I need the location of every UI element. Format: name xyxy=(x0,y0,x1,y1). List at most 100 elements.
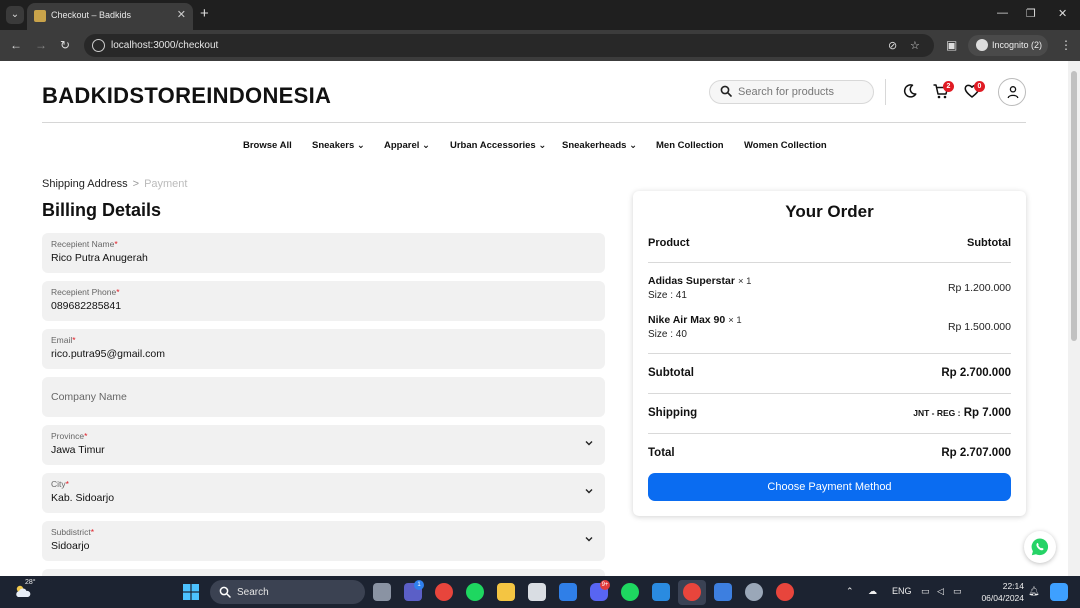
tab-close-icon[interactable]: ✕ xyxy=(177,8,186,21)
chevron-down-icon[interactable] xyxy=(584,534,594,544)
page-scrollbar[interactable] xyxy=(1068,61,1080,576)
subdistrict-value[interactable]: Sidoarjo xyxy=(51,540,90,552)
whatsapp-icon xyxy=(1031,538,1049,556)
spotify-alt-icon[interactable] xyxy=(621,583,639,601)
nav-label: Urban Accessories xyxy=(450,140,536,151)
window-close-icon[interactable]: ✕ xyxy=(1058,7,1067,20)
onedrive-cloud-icon[interactable]: ☁ xyxy=(868,586,877,597)
chrome-profile-icon[interactable] xyxy=(776,583,794,601)
language-indicator[interactable]: ENG xyxy=(892,586,912,596)
microsoft-store-icon[interactable] xyxy=(528,583,546,601)
eye-off-icon[interactable]: ⊘ xyxy=(888,39,897,52)
order-item-name: Adidas Superstar × 1 xyxy=(648,275,752,287)
file-explorer-icon[interactable] xyxy=(497,583,515,601)
bookmark-star-icon[interactable]: ☆ xyxy=(910,39,920,52)
order-item-name: Nike Air Max 90 × 1 xyxy=(648,314,742,326)
browser-toolbar: ← → ↻ localhost:3000/checkout ⊘ ☆ ▣ Inco… xyxy=(0,30,1080,61)
notepad-icon[interactable] xyxy=(714,583,732,601)
nav-women-collection[interactable]: Women Collection xyxy=(744,140,827,151)
recipient-phone-field[interactable]: Recepient Phone* 089682285841 xyxy=(42,281,605,321)
field-label: Email* xyxy=(51,335,76,345)
battery-icon[interactable]: ▭ xyxy=(953,586,962,597)
chevron-down-icon[interactable] xyxy=(584,438,594,448)
nav-men-collection[interactable]: Men Collection xyxy=(656,140,724,151)
forward-icon[interactable]: → xyxy=(35,38,47,52)
divider xyxy=(648,433,1011,434)
subtotal-value: Rp 2.700.000 xyxy=(941,367,1011,379)
teams-badge: 1 xyxy=(414,580,424,590)
field-label: Recepient Name* xyxy=(51,239,118,249)
search-input[interactable] xyxy=(738,84,868,100)
city-select[interactable]: City* Kab. Sidoarjo xyxy=(42,473,605,513)
city-value[interactable]: Kab. Sidoarjo xyxy=(51,492,114,504)
breadcrumb: Shipping Address > Payment xyxy=(42,178,187,190)
account-button[interactable] xyxy=(998,78,1026,106)
network-icon[interactable]: ▭ xyxy=(921,586,930,597)
nav-sneakers[interactable]: Sneakers ⌄ xyxy=(312,140,365,151)
next-field-partial[interactable] xyxy=(42,569,605,576)
chrome-incognito-icon[interactable] xyxy=(683,583,701,601)
nav-urban-accessories[interactable]: Urban Accessories ⌄ xyxy=(450,140,546,151)
nav-apparel[interactable]: Apparel ⌄ xyxy=(384,140,430,151)
address-bar[interactable]: localhost:3000/checkout ⊘ ☆ xyxy=(84,34,934,57)
postgres-icon[interactable] xyxy=(745,583,763,601)
search-icon xyxy=(219,586,231,598)
product-search[interactable] xyxy=(709,80,874,104)
order-item-price: Rp 1.200.000 xyxy=(947,282,1011,294)
product-column-header: Product xyxy=(648,237,690,249)
subdistrict-select[interactable]: Subdistrict* Sidoarjo xyxy=(42,521,605,561)
email-field[interactable]: Email* rico.putra95@gmail.com xyxy=(42,329,605,369)
new-tab-icon[interactable]: + xyxy=(200,5,209,22)
recipient-name-value[interactable]: Rico Putra Anugerah xyxy=(51,252,148,264)
tray-overflow-icon[interactable]: ⌃ xyxy=(846,586,854,597)
windows-start-icon[interactable] xyxy=(183,584,199,600)
weather-temperature: 28° xyxy=(25,579,36,586)
todo-check-icon[interactable] xyxy=(559,583,577,601)
email-value[interactable]: rico.putra95@gmail.com xyxy=(51,348,165,360)
nav-browse-all[interactable]: Browse All xyxy=(243,140,292,151)
chevron-down-icon: ⌄ xyxy=(356,140,365,151)
taskbar-clock[interactable]: 22:14 06/04/2024 xyxy=(980,580,1024,604)
weather-cloud-icon[interactable] xyxy=(14,584,32,598)
site-info-icon[interactable] xyxy=(92,39,105,52)
scrollbar-thumb[interactable] xyxy=(1071,71,1077,341)
whatsapp-chat-button[interactable] xyxy=(1024,531,1056,563)
reload-icon[interactable]: ↻ xyxy=(60,38,70,52)
incognito-indicator[interactable]: Incognito (2) xyxy=(968,35,1048,56)
province-value[interactable]: Jawa Timur xyxy=(51,444,105,456)
restore-icon[interactable]: ❐ xyxy=(1026,7,1036,20)
url-text[interactable]: localhost:3000/checkout xyxy=(111,40,218,51)
field-label: Province* xyxy=(51,431,88,441)
minimize-icon[interactable]: — xyxy=(997,7,1008,19)
taskbar-search-label: Search xyxy=(237,587,269,598)
recipient-phone-value[interactable]: 089682285841 xyxy=(51,300,121,312)
province-select[interactable]: Province* Jawa Timur xyxy=(42,425,605,465)
copilot-icon[interactable] xyxy=(1050,583,1068,601)
incognito-label: Incognito (2) xyxy=(992,40,1043,50)
choose-payment-method-button[interactable]: Choose Payment Method xyxy=(648,473,1011,501)
browser-menu-icon[interactable]: ⋮ xyxy=(1060,38,1072,52)
tab-search-button[interactable]: ⌄ xyxy=(6,6,24,24)
chrome-icon[interactable] xyxy=(435,583,453,601)
company-name-field[interactable]: Company Name xyxy=(42,377,605,417)
back-icon[interactable]: ← xyxy=(10,38,22,52)
task-view-icon[interactable] xyxy=(373,583,391,601)
header-divider xyxy=(885,79,886,105)
volume-icon[interactable]: ◁ xyxy=(937,586,944,597)
notification-bell-icon[interactable]: 🔔︎ xyxy=(1028,586,1039,597)
vscode-icon[interactable] xyxy=(652,583,670,601)
company-name-placeholder[interactable]: Company Name xyxy=(51,391,127,403)
spotify-icon[interactable] xyxy=(466,583,484,601)
nav-sneakerheads[interactable]: Sneakerheads ⌄ xyxy=(562,140,637,151)
brand-logo[interactable]: BADKIDSTOREINDONESIA xyxy=(42,83,331,109)
side-panel-icon[interactable]: ▣ xyxy=(946,38,957,52)
clock-date: 06/04/2024 xyxy=(981,593,1024,603)
breadcrumb-payment: Payment xyxy=(144,178,188,190)
chevron-down-icon[interactable] xyxy=(584,486,594,496)
dark-mode-moon-icon[interactable] xyxy=(901,82,919,100)
breadcrumb-shipping-address[interactable]: Shipping Address xyxy=(42,178,128,190)
browser-tab[interactable]: Checkout – Badkids ✕ xyxy=(27,3,193,30)
recipient-name-field[interactable]: Recepient Name* Rico Putra Anugerah xyxy=(42,233,605,273)
site-favicon-icon xyxy=(34,10,46,22)
taskbar-search[interactable]: Search xyxy=(210,580,365,604)
